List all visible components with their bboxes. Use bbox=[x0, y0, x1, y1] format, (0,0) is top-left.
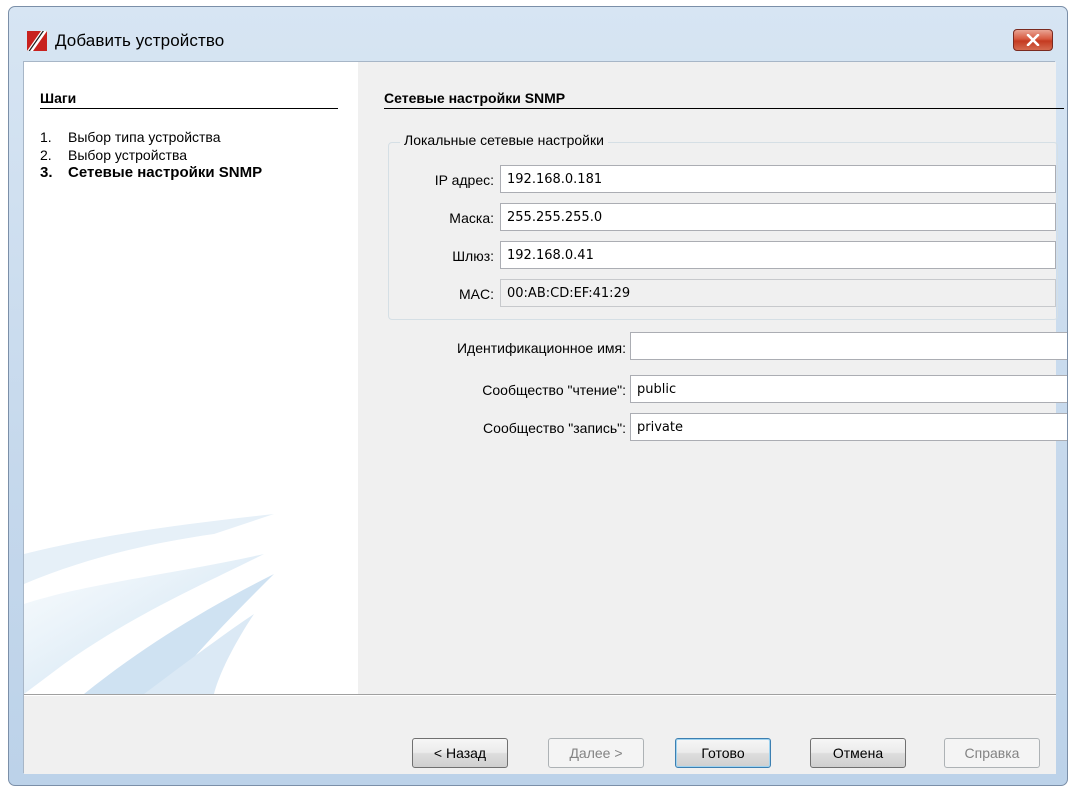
button-bar: < Назад Далее > Готово Отмена Справка bbox=[24, 696, 1056, 774]
step-label: Сетевые настройки SNMP bbox=[68, 164, 263, 181]
step-item-1: 1. Выбор типа устройства bbox=[40, 128, 262, 146]
close-button[interactable] bbox=[1013, 29, 1053, 51]
next-button[interactable]: Далее > bbox=[548, 738, 644, 768]
write-community-input[interactable]: private bbox=[630, 413, 1067, 441]
step-number: 1. bbox=[40, 129, 52, 145]
dialog-client-area: Шаги 1. Выбор типа устройства 2. Выбор у… bbox=[23, 61, 1067, 774]
groupbox-legend: Локальные сетевые настройки bbox=[400, 132, 608, 148]
app-logo-icon bbox=[27, 31, 47, 51]
step-number: 3. bbox=[40, 164, 53, 181]
mac-label: MAC: bbox=[459, 286, 494, 302]
step-label: Выбор устройства bbox=[68, 147, 188, 163]
section-title: Сетевые настройки SNMP bbox=[384, 90, 566, 106]
step-item-3-current: 3. Сетевые настройки SNMP bbox=[40, 164, 262, 182]
help-button[interactable]: Справка bbox=[944, 738, 1040, 768]
identification-name-label: Идентификационное имя: bbox=[456, 340, 626, 356]
mask-input[interactable]: 255.255.255.0 bbox=[500, 203, 1056, 231]
steps-heading: Шаги bbox=[40, 90, 77, 106]
mac-field: 00:AB:CD:EF:41:29 bbox=[500, 279, 1056, 307]
steps-divider bbox=[40, 108, 338, 109]
write-community-label: Сообщество "запись": bbox=[483, 420, 626, 436]
step-label: Выбор типа устройства bbox=[68, 129, 221, 145]
finish-button[interactable]: Готово bbox=[675, 738, 771, 768]
mask-label: Маска: bbox=[449, 210, 494, 226]
section-divider bbox=[384, 108, 1064, 109]
gateway-label: Шлюз: bbox=[452, 248, 494, 264]
steps-panel: Шаги 1. Выбор типа устройства 2. Выбор у… bbox=[24, 62, 358, 694]
read-community-input[interactable]: public bbox=[630, 375, 1067, 403]
back-button[interactable]: < Назад bbox=[412, 738, 508, 768]
identification-name-input[interactable] bbox=[630, 332, 1067, 360]
read-community-label: Сообщество "чтение": bbox=[482, 382, 626, 398]
step-number: 2. bbox=[40, 147, 52, 163]
window-title: Добавить устройство bbox=[55, 31, 225, 50]
main-panel: Сетевые настройки SNMP Локальные сетевые… bbox=[358, 62, 1067, 694]
gateway-input[interactable]: 192.168.0.41 bbox=[500, 241, 1056, 269]
ip-address-label: IP адрес: bbox=[434, 172, 494, 188]
steps-list: 1. Выбор типа устройства 2. Выбор устрой… bbox=[40, 128, 262, 182]
dialog-window: Добавить устройство Шаги 1. Выбор типа у… bbox=[8, 6, 1068, 786]
decorative-swoosh-watermark bbox=[24, 514, 274, 694]
ip-address-input[interactable]: 192.168.0.181 bbox=[500, 165, 1056, 193]
close-icon bbox=[1026, 34, 1040, 46]
cancel-button[interactable]: Отмена bbox=[810, 738, 906, 768]
step-item-2: 2. Выбор устройства bbox=[40, 146, 262, 164]
title-bar[interactable]: Добавить устройство bbox=[9, 7, 1067, 61]
